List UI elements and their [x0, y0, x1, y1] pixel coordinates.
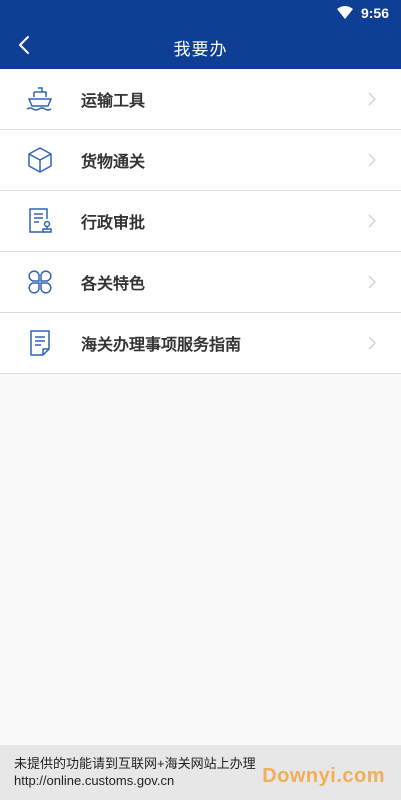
wifi-icon: [336, 6, 353, 19]
page-title: 我要办: [173, 39, 228, 59]
menu-item-transport[interactable]: 运输工具: [0, 69, 401, 130]
menu-item-cargo-clearance[interactable]: 货物通关: [0, 130, 401, 191]
menu-item-label: 货物通关: [81, 154, 146, 171]
ship-icon: [24, 83, 56, 115]
back-button[interactable]: [12, 34, 36, 60]
back-arrow-icon: [18, 35, 30, 60]
watermark-logo: Downyi.com: [262, 765, 385, 787]
approval-document-icon: [24, 205, 56, 237]
title-bar: 我要办: [0, 25, 401, 69]
menu-item-customs-features[interactable]: 各关特色: [0, 252, 401, 313]
box-icon: [24, 144, 56, 176]
status-bar: 9:56: [0, 0, 401, 25]
status-time: 9:56: [360, 4, 389, 21]
menu-item-service-guide[interactable]: 海关办理事项服务指南: [0, 313, 401, 374]
chevron-right-icon: [367, 336, 377, 350]
clover-icon: [24, 266, 56, 298]
service-menu-list: 运输工具 货物通关 行政审批 各关特色 海关办理事项服务指南: [0, 69, 401, 374]
chevron-right-icon: [367, 275, 377, 289]
chevron-right-icon: [367, 153, 377, 167]
guide-document-icon: [24, 327, 56, 359]
chevron-right-icon: [367, 92, 377, 106]
menu-item-label: 运输工具: [81, 93, 146, 110]
footer-notice-text: 未提供的功能请到互联网+海关网站上办理http://online.customs…: [14, 756, 256, 788]
menu-item-administrative-approval[interactable]: 行政审批: [0, 191, 401, 252]
chevron-right-icon: [367, 214, 377, 228]
menu-item-label: 各关特色: [81, 276, 146, 293]
menu-item-label: 海关办理事项服务指南: [81, 337, 242, 354]
menu-item-label: 行政审批: [81, 215, 146, 232]
